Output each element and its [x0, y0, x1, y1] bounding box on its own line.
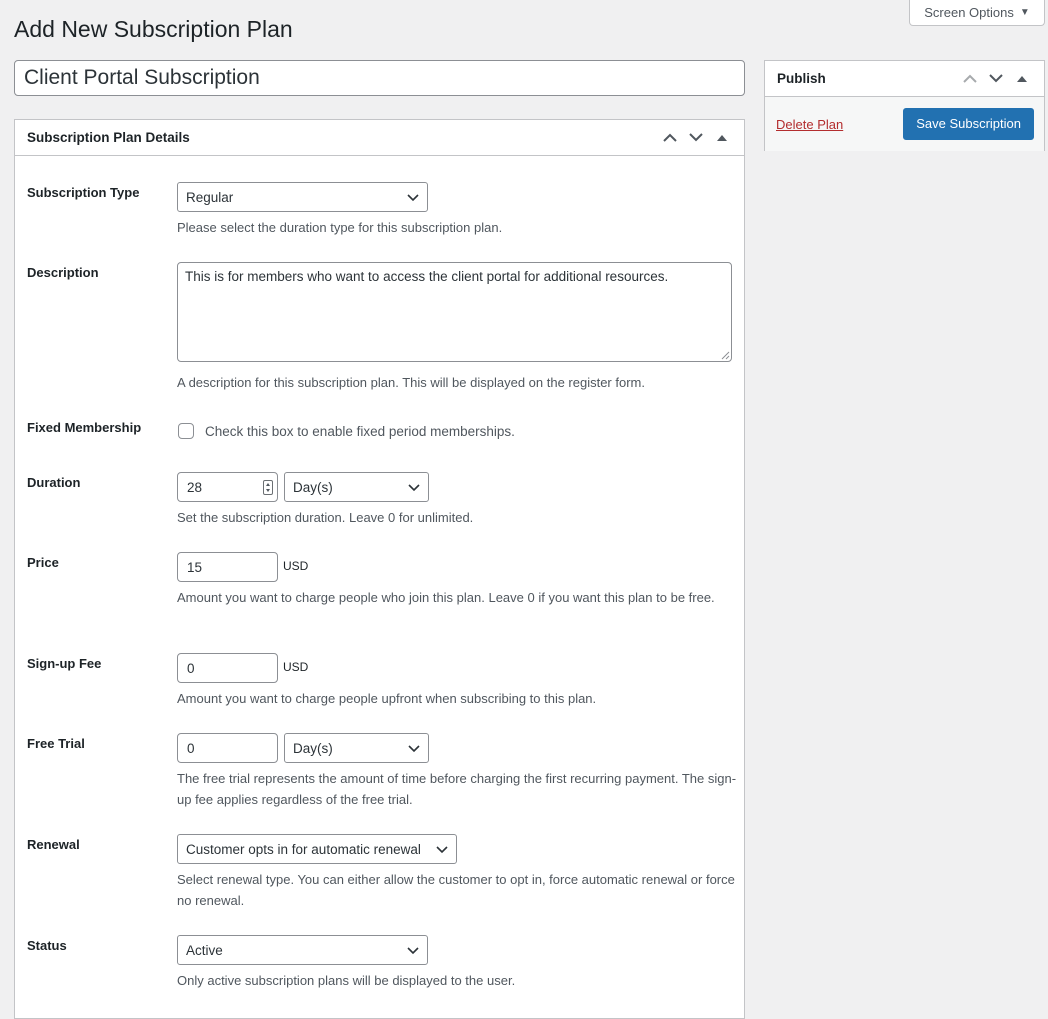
signup-fee-value: 0: [187, 660, 195, 676]
number-spinner-icon[interactable]: [263, 480, 273, 495]
fixed-membership-label: Fixed Membership: [27, 420, 142, 435]
price-desc: Amount you want to charge people who joi…: [177, 590, 715, 605]
status-select[interactable]: Active: [177, 935, 428, 965]
caret-down-icon: ▼: [1019, 7, 1030, 18]
details-box-header: Subscription Plan Details: [15, 120, 744, 156]
description-textarea[interactable]: This is for members who want to access t…: [177, 262, 732, 362]
free-trial-unit-select[interactable]: Day(s): [284, 733, 429, 763]
free-trial-input[interactable]: 0: [177, 733, 278, 763]
renewal-value: Customer opts in for automatic renewal: [186, 841, 421, 857]
subscription-type-label: Subscription Type: [27, 185, 140, 200]
duration-value: 28: [187, 479, 203, 495]
description-label: Description: [27, 265, 99, 280]
screen-options-button[interactable]: Screen Options ▼: [909, 0, 1045, 26]
price-input[interactable]: 15: [177, 552, 278, 582]
chevron-down-icon[interactable]: [986, 69, 1006, 89]
free-trial-unit-value: Day(s): [293, 740, 333, 756]
price-currency: USD: [283, 559, 309, 573]
duration-unit-select[interactable]: Day(s): [284, 472, 429, 502]
renewal-select[interactable]: Customer opts in for automatic renewal: [177, 834, 457, 864]
renewal-desc: Select renewal type. You can either allo…: [177, 872, 735, 908]
subscription-type-desc: Please select the duration type for this…: [177, 220, 503, 235]
chevron-down-icon: [407, 947, 419, 955]
signup-fee-desc: Amount you want to charge people upfront…: [177, 691, 597, 706]
publish-actions: Delete Plan Save Subscription: [765, 97, 1044, 151]
status-value: Active: [186, 942, 223, 958]
duration-unit-value: Day(s): [293, 479, 333, 495]
publish-box: Publish Delete Plan Save Subscription: [764, 60, 1045, 151]
subscription-plan-details-box: Subscription Plan Details Subscription T…: [14, 119, 745, 1019]
status-desc: Only active subscription plans will be d…: [177, 973, 516, 988]
plan-title-input[interactable]: Client Portal Subscription: [14, 60, 745, 96]
chevron-up-icon[interactable]: [960, 69, 980, 89]
chevron-down-icon: [408, 484, 420, 492]
resize-grip-icon[interactable]: [721, 351, 730, 360]
subscription-type-value: Regular: [186, 189, 234, 205]
signup-fee-currency: USD: [283, 660, 309, 674]
status-label: Status: [27, 938, 67, 953]
screen-options-label: Screen Options: [924, 5, 1014, 20]
free-trial-value: 0: [187, 740, 195, 756]
chevron-up-icon[interactable]: [660, 128, 680, 148]
publish-handle-actions: [960, 69, 1032, 89]
fixed-membership-checkbox-label[interactable]: Check this box to enable fixed period me…: [205, 424, 515, 439]
duration-desc: Set the subscription duration. Leave 0 f…: [177, 510, 474, 525]
duration-label: Duration: [27, 475, 81, 490]
signup-fee-label: Sign-up Fee: [27, 656, 102, 671]
publish-box-header: Publish: [765, 61, 1044, 97]
details-box-title: Subscription Plan Details: [27, 130, 190, 145]
description-desc: A description for this subscription plan…: [177, 375, 645, 390]
description-value: This is for members who want to access t…: [185, 269, 669, 284]
duration-number-input[interactable]: 28: [177, 472, 278, 502]
fixed-membership-checkbox[interactable]: [178, 423, 194, 439]
subscription-type-select[interactable]: Regular: [177, 182, 428, 212]
chevron-down-icon[interactable]: [686, 128, 706, 148]
renewal-label: Renewal: [27, 837, 80, 852]
page-title: Add New Subscription Plan: [14, 16, 293, 42]
chevron-down-icon: [408, 745, 420, 753]
triangle-up-icon[interactable]: [712, 128, 732, 148]
price-label: Price: [27, 555, 59, 570]
delete-plan-link[interactable]: Delete Plan: [776, 117, 843, 132]
free-trial-label: Free Trial: [27, 736, 85, 751]
price-value: 15: [187, 559, 203, 575]
free-trial-desc: The free trial represents the amount of …: [177, 771, 737, 807]
plan-title-value: Client Portal Subscription: [24, 66, 260, 89]
publish-box-title: Publish: [777, 71, 826, 86]
signup-fee-input[interactable]: 0: [177, 653, 278, 683]
details-handle-actions: [660, 128, 732, 148]
chevron-down-icon: [436, 846, 448, 854]
chevron-down-icon: [407, 194, 419, 202]
triangle-up-icon[interactable]: [1012, 69, 1032, 89]
save-subscription-button[interactable]: Save Subscription: [903, 108, 1034, 140]
